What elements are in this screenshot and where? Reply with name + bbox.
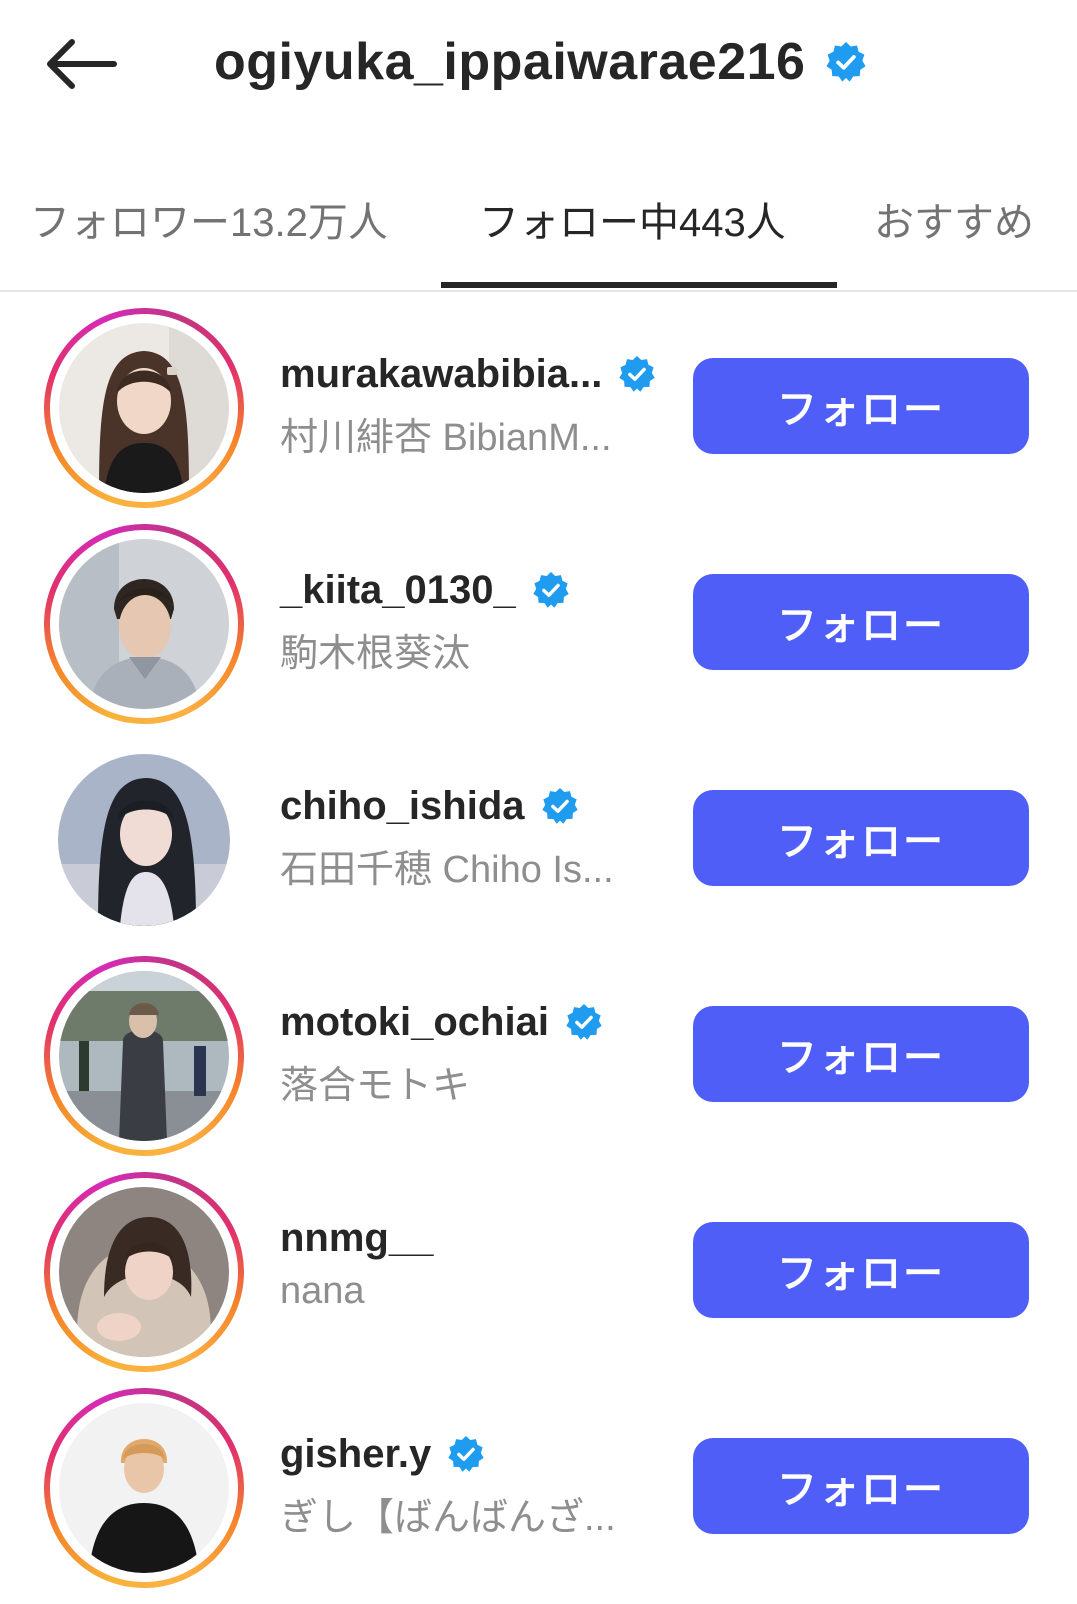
- username[interactable]: gisher.y: [280, 1432, 431, 1477]
- full-name: 村川緋杏 BibianM...: [280, 417, 612, 459]
- list-item[interactable]: gisher.y ぎし【ばんばんざ... フォロー: [0, 1388, 1077, 1604]
- active-tab-indicator: [441, 282, 837, 288]
- verified-badge-icon: [541, 787, 578, 824]
- user-info: _kiita_0130_ 駒木根葵汰: [280, 564, 680, 677]
- tab-suggested[interactable]: おすすめ: [874, 190, 1034, 248]
- story-ring[interactable]: [44, 956, 244, 1156]
- story-ring[interactable]: [44, 524, 244, 724]
- follow-button[interactable]: フォロー: [693, 574, 1029, 670]
- avatar-container[interactable]: [44, 740, 244, 940]
- username[interactable]: motoki_ochiai: [280, 1000, 549, 1045]
- verified-badge-icon: [533, 571, 569, 608]
- follow-button[interactable]: フォロー: [693, 1222, 1029, 1318]
- follow-tabs: フォロワー13.2万人 フォロー中443人 おすすめ: [0, 168, 1077, 292]
- top-bar: ogiyuka_ippaiwarae216: [0, 0, 1077, 130]
- list-item[interactable]: motoki_ochiai 落合モトキ フォロー: [0, 956, 1077, 1172]
- follow-button[interactable]: フォロー: [693, 1006, 1029, 1102]
- avatar: [58, 754, 230, 926]
- story-ring[interactable]: [44, 308, 244, 508]
- username[interactable]: murakawabibia...: [280, 352, 602, 397]
- arrow-left-icon: [47, 39, 117, 89]
- user-info: motoki_ochiai 落合モトキ: [280, 996, 680, 1109]
- verified-badge-icon: [619, 355, 656, 392]
- page-title: ogiyuka_ippaiwarae216: [214, 33, 806, 91]
- story-ring[interactable]: [44, 1172, 244, 1372]
- username[interactable]: chiho_ishida: [280, 784, 525, 829]
- username[interactable]: _kiita_0130_: [280, 568, 516, 613]
- list-item[interactable]: murakawabibia... 村川緋杏 BibianM... フォロー: [0, 308, 1077, 524]
- tab-following[interactable]: フォロー中443人: [479, 190, 786, 248]
- avatar: [59, 323, 229, 493]
- list-item[interactable]: nnmg__ nana フォロー: [0, 1172, 1077, 1388]
- story-ring[interactable]: [44, 1388, 244, 1588]
- full-name: 駒木根葵汰: [280, 633, 471, 675]
- user-info: nnmg__ nana: [280, 1212, 680, 1313]
- tab-followers[interactable]: フォロワー13.2万人: [30, 190, 388, 248]
- avatar: [59, 539, 229, 709]
- back-button[interactable]: [44, 38, 118, 90]
- avatar: [59, 1403, 229, 1573]
- user-info: chiho_ishida 石田千穂 Chiho Is...: [280, 780, 680, 893]
- username[interactable]: nnmg__: [280, 1216, 433, 1261]
- follow-button[interactable]: フォロー: [693, 358, 1029, 454]
- verified-badge-icon: [826, 42, 866, 82]
- follow-button[interactable]: フォロー: [693, 790, 1029, 886]
- list-item[interactable]: chiho_ishida 石田千穂 Chiho Is... フォロー: [0, 740, 1077, 956]
- user-info: murakawabibia... 村川緋杏 BibianM...: [280, 348, 680, 461]
- full-name: nana: [280, 1270, 365, 1312]
- user-info: gisher.y ぎし【ばんばんざ...: [280, 1428, 680, 1541]
- full-name: ぎし【ばんばんざ...: [280, 1497, 616, 1539]
- follow-button[interactable]: フォロー: [693, 1438, 1029, 1534]
- profile-title: ogiyuka_ippaiwarae216: [214, 30, 867, 94]
- list-item[interactable]: _kiita_0130_ 駒木根葵汰 フォロー: [0, 524, 1077, 740]
- verified-badge-icon: [448, 1435, 484, 1472]
- full-name: 石田千穂 Chiho Is...: [280, 849, 614, 891]
- verified-badge-icon: [566, 1003, 602, 1040]
- full-name: 落合モトキ: [280, 1065, 471, 1107]
- avatar: [59, 1187, 229, 1357]
- avatar: [59, 971, 229, 1141]
